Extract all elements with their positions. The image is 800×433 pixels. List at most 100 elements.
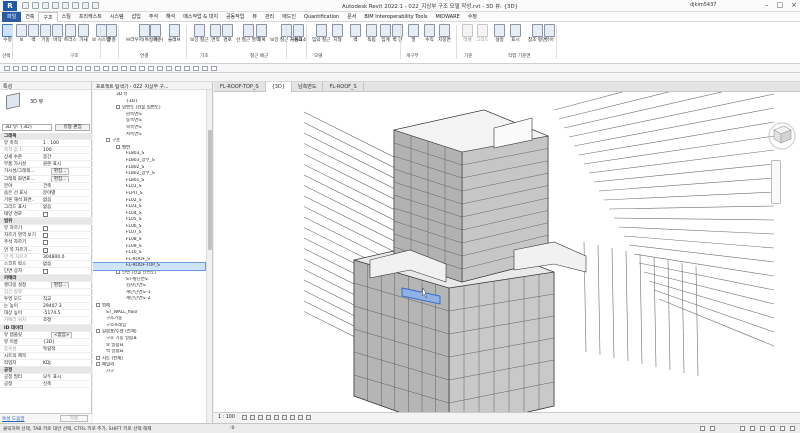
property-value[interactable]: 조정	[43, 317, 92, 323]
property-checkbox[interactable]	[43, 247, 48, 253]
select-underlay-icon[interactable]	[750, 426, 755, 431]
visual-style-icon[interactable]	[250, 415, 255, 420]
lock-view-icon[interactable]	[298, 415, 303, 420]
option-tool-icon[interactable]	[112, 66, 118, 71]
browser-item[interactable]: 북측면도	[93, 125, 205, 132]
ribbon-button-1[interactable]: 보	[16, 24, 27, 43]
property-value[interactable]: 1 : 100	[43, 140, 92, 146]
3d-model-view[interactable]	[214, 92, 800, 412]
option-tool-icon[interactable]	[103, 66, 109, 71]
property-value[interactable]: <없음>	[43, 331, 92, 338]
browser-item[interactable]: 평면	[93, 144, 205, 152]
property-checkbox[interactable]	[43, 240, 48, 246]
browser-item[interactable]: 구조기둥	[93, 316, 205, 323]
tab-0[interactable]: 파일	[2, 11, 22, 22]
browser-item[interactable]: FL-ROOF-TOP_S	[93, 262, 206, 271]
ribbon-button-20[interactable]: 지형	[332, 24, 343, 43]
browser-item[interactable]: 동측면도	[93, 118, 205, 125]
ribbon-button-24[interactable]: 벽 면	[392, 24, 403, 43]
option-tool-icon[interactable]	[139, 66, 145, 71]
property-value[interactable]: 신축	[43, 381, 92, 387]
option-tool-icon[interactable]	[67, 66, 73, 71]
property-value[interactable]: 모두 표시	[43, 374, 92, 380]
ribbon-button-23[interactable]: 임계	[380, 24, 391, 43]
ribbon-button-6[interactable]: 가새	[78, 24, 89, 43]
browser-scroll-thumb[interactable]	[208, 130, 212, 250]
undo-icon[interactable]	[52, 2, 59, 9]
ribbon-button-14[interactable]: 경로	[222, 24, 233, 43]
option-tool-icon[interactable]	[49, 66, 55, 71]
property-edit-button[interactable]: 편집...	[51, 175, 70, 182]
filter-icon[interactable]	[790, 426, 795, 431]
ribbon-button-16[interactable]: 피복	[256, 24, 267, 43]
edit-type-button[interactable]: 유형 편집	[55, 124, 90, 131]
ribbon-button-13[interactable]: 면적	[210, 24, 221, 43]
property-edit-button[interactable]: 편집...	[51, 168, 70, 175]
ribbon-button-25[interactable]: 열	[408, 24, 419, 43]
render-icon[interactable]	[274, 415, 279, 420]
view-tab[interactable]: {3D}	[265, 82, 293, 92]
tab-1[interactable]: 건축	[21, 12, 38, 22]
expand-toggle-icon[interactable]	[116, 144, 120, 149]
tab-16[interactable]: BIM Interoperability Tools	[360, 12, 431, 22]
property-value[interactable]: 없음	[43, 197, 92, 203]
ribbon-button-30[interactable]: 설정	[494, 24, 505, 43]
revit-logo-icon[interactable]: R	[3, 1, 17, 11]
worksets-icon[interactable]	[700, 426, 705, 431]
ribbon-button-28[interactable]: 레벨	[462, 24, 473, 43]
property-group[interactable]: 범위	[0, 218, 92, 226]
browser-item[interactable]: FL02_S	[93, 198, 205, 205]
property-value[interactable]: 중간	[43, 154, 92, 160]
option-tool-icon[interactable]	[58, 66, 64, 71]
tab-15[interactable]: 문서	[343, 12, 360, 22]
browser-scrollbar[interactable]	[206, 90, 212, 423]
select-pinned-icon[interactable]	[760, 426, 765, 431]
property-checkbox[interactable]	[43, 268, 48, 274]
ribbon-button-27[interactable]: 지붕면	[438, 24, 451, 43]
browser-item[interactable]: 구조 기둥 일람표	[93, 336, 205, 343]
browser-item[interactable]: 검사단면도	[93, 283, 205, 290]
ribbon-button-11[interactable]: 슬래브	[168, 24, 181, 43]
property-value[interactable]: 원본 표시	[43, 161, 92, 167]
property-value[interactable]	[43, 289, 92, 295]
browser-item[interactable]: FL-ROOF_S	[93, 257, 205, 264]
option-tool-icon[interactable]	[121, 66, 127, 71]
save-icon[interactable]	[32, 2, 39, 9]
ribbon-button-31[interactable]: 표시	[510, 24, 521, 43]
property-group[interactable]: 카메라	[0, 274, 92, 282]
property-value[interactable]: 분야별	[43, 190, 92, 196]
property-value[interactable]: 직교	[43, 296, 92, 302]
browser-item[interactable]: FL801_S	[93, 178, 205, 185]
property-checkbox[interactable]	[43, 212, 48, 218]
option-tool-icon[interactable]	[184, 66, 190, 71]
ribbon-button-5[interactable]: 트러스	[64, 24, 77, 43]
tab-17[interactable]: MIDWARE	[431, 12, 463, 22]
shadows-icon[interactable]	[266, 415, 271, 420]
instance-filter-combo[interactable]: 3D 뷰: {3D}	[2, 124, 52, 131]
browser-item[interactable]: 단면 (건물 단면도)	[93, 270, 205, 277]
view-tab[interactable]: FL-ROOF-TOP_S	[214, 82, 266, 92]
option-tool-icon[interactable]	[76, 66, 82, 71]
hide-isolate-icon[interactable]	[306, 415, 311, 420]
ribbon-button-8[interactable]: 연결	[106, 24, 117, 43]
option-tool-icon[interactable]	[40, 66, 46, 71]
browser-item[interactable]: FL07_S	[93, 230, 205, 237]
view-scale[interactable]: 1 : 100	[218, 415, 235, 420]
browser-item[interactable]: 남측면도	[93, 112, 205, 119]
option-tool-icon[interactable]	[193, 66, 199, 71]
property-checkbox[interactable]	[43, 226, 48, 232]
expand-toggle-icon[interactable]	[96, 303, 100, 307]
option-tool-icon[interactable]	[166, 66, 172, 71]
ribbon-button-10[interactable]: 배	[150, 24, 161, 43]
browser-item[interactable]: {3D}	[93, 99, 205, 106]
browser-item[interactable]: 범례	[93, 303, 205, 310]
select-by-face-icon[interactable]	[770, 426, 775, 431]
tab-13[interactable]: 애드인	[278, 12, 300, 22]
browser-item[interactable]: 서측면도	[93, 132, 205, 139]
browser-item[interactable]: FLPIT_S	[93, 191, 205, 198]
browser-item[interactable]: 벽 일람표	[93, 349, 205, 356]
property-value[interactable]	[43, 268, 92, 274]
minimize-icon[interactable]: –	[765, 1, 769, 9]
property-value[interactable]	[43, 247, 92, 253]
option-tool-icon[interactable]	[211, 66, 217, 71]
